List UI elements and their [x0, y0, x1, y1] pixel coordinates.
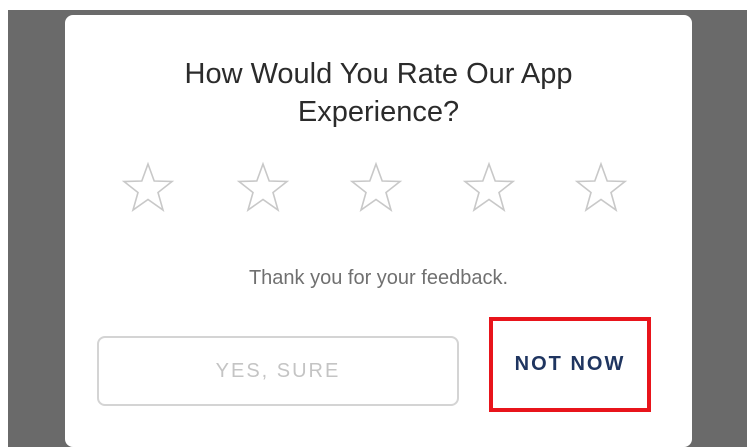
feedback-message: Thank you for your feedback. — [248, 267, 509, 289]
star-3-icon[interactable] — [348, 160, 404, 216]
star-2-icon[interactable] — [235, 160, 291, 216]
dialog-title-line-1: How Would You Rate Our App — [184, 58, 573, 90]
star-4-icon[interactable] — [461, 160, 517, 216]
not-now-button[interactable]: NOT NOW — [493, 321, 647, 408]
dialog-title-line-2: Experience? — [297, 96, 460, 128]
yes-sure-button[interactable]: YES, SURE — [97, 336, 459, 406]
star-1-icon[interactable] — [120, 160, 176, 216]
star-rating — [65, 160, 692, 220]
rating-dialog: How Would You Rate Our App Experience? T… — [65, 15, 692, 447]
dialog-title: How Would You Rate Our App Experience? — [65, 55, 692, 131]
star-5-icon[interactable] — [573, 160, 629, 216]
